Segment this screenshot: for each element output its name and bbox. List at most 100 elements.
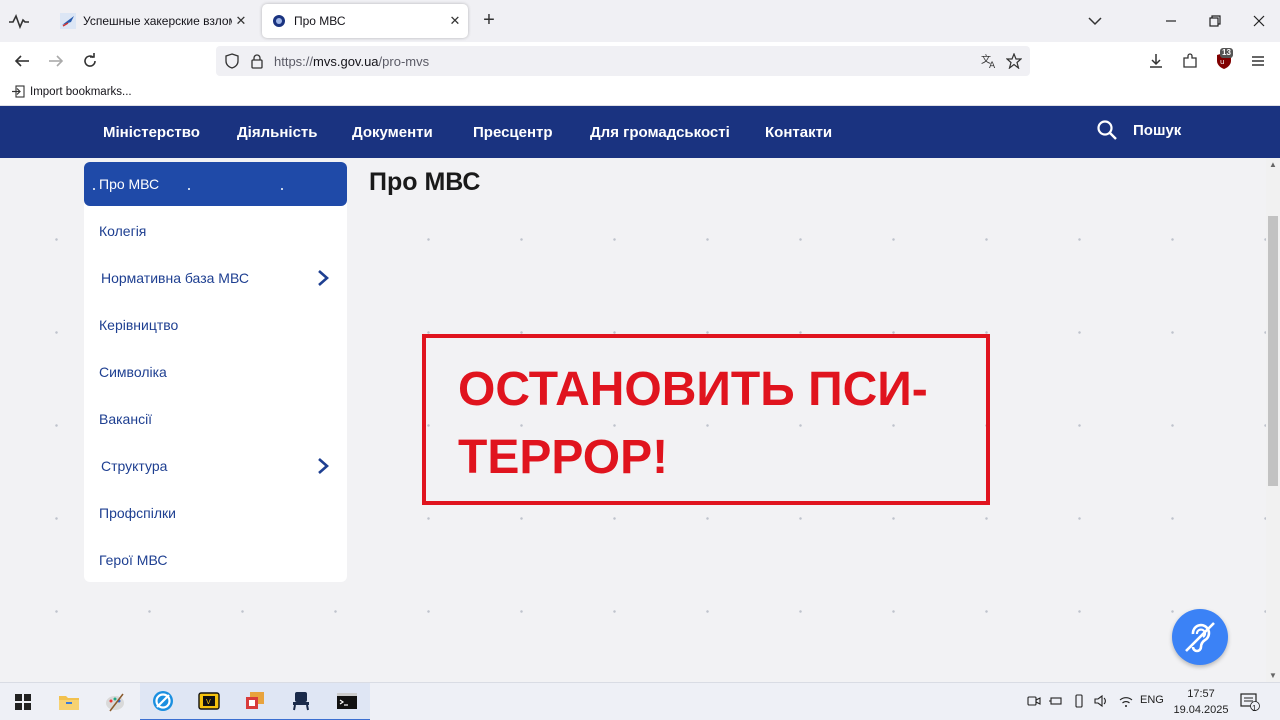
accessibility-button[interactable] [1172,609,1228,665]
search-label: Пошук [1133,121,1182,139]
page-content: Про МВС Колегія Нормативна база МВС Кері… [0,158,1266,682]
office-documents-icon [246,692,264,709]
system-clock[interactable]: 17:57 19.04.2025 [1172,686,1230,718]
address-bar[interactable]: https://mvs.gov.ua/pro-mvs 文A [216,46,1030,76]
search-icon [1097,120,1117,140]
sidebar-item-label: Керівництво [99,317,179,333]
sidebar-item-label: Про МВС [99,176,160,192]
downloads-button[interactable] [1144,49,1168,73]
taskbar-office-app[interactable] [232,683,278,720]
back-arrow-icon [14,55,29,67]
menu-contacts[interactable]: Контакти [765,124,832,141]
search-button[interactable]: Пошук [1096,119,1181,141]
activity-icon[interactable] [8,11,30,31]
reload-button[interactable] [78,49,102,73]
navigation-toolbar: https://mvs.gov.ua/pro-mvs 文A u [0,42,1280,80]
taskbar-firefox[interactable] [140,683,186,720]
taskbar-file-explorer[interactable] [46,683,92,720]
puzzle-icon [1183,53,1197,68]
taskbar-paint[interactable] [92,683,138,720]
back-button[interactable] [10,49,34,73]
close-window-icon[interactable] [1248,10,1270,32]
taskbar-remote-app[interactable] [278,683,324,720]
scrollbar-thumb[interactable] [1268,216,1278,486]
minimize-icon[interactable] [1160,10,1182,32]
windows-taskbar: V ENG 17:57 19.04.2025 1 [0,682,1280,720]
translate-icon[interactable]: 文A [980,53,998,69]
menu-ministry[interactable]: Міністерство [103,124,200,141]
page-title: Про МВС [369,168,481,196]
chevron-right-icon[interactable] [316,456,330,476]
close-tab-icon[interactable]: ✕ [232,13,250,29]
url-text[interactable]: https://mvs.gov.ua/pro-mvs [274,54,429,69]
sidebar-item-vacancies[interactable]: Вакансії [84,397,347,441]
sidebar-item-label: Колегія [99,223,147,239]
menu-activity[interactable]: Діяльність [237,124,318,141]
hearing-accessibility-icon [1185,622,1215,653]
banner-text: ОСТАНОВИТЬ ПСИ-ТЕРРОР! [458,363,928,484]
scroll-up-arrow-icon[interactable]: ▲ [1269,160,1277,169]
notification-center-icon[interactable] [1240,693,1260,711]
vertical-scrollbar[interactable]: ▲ ▼ [1266,158,1280,682]
volume-icon[interactable] [1094,694,1110,708]
menu-documents[interactable]: Документи [352,124,433,141]
menu-press-center[interactable]: Пресцентр [473,124,553,141]
tab-pro-mvs[interactable]: Про МВС ✕ [262,4,468,38]
tab-bar: Успешные хакерские взломы. ✕ Про МВС ✕ + [0,0,1280,42]
clock-date: 19.04.2025 [1173,704,1229,716]
list-all-tabs-chevron-icon[interactable] [1084,10,1106,32]
usb-device-icon[interactable] [1073,694,1085,708]
reload-icon [84,53,96,67]
svg-text:u: u [1220,58,1224,66]
bookmark-star-icon[interactable] [1006,53,1022,69]
extension-badge: 13 [1220,48,1233,58]
protest-banner: ОСТАНОВИТЬ ПСИ-ТЕРРОР! [422,334,990,505]
sidebar-item-pro-mvs[interactable]: Про МВС [84,162,347,206]
browser-icon [153,691,173,711]
import-bookmarks-link[interactable]: Import bookmarks... [12,85,132,98]
tab-hacker-article[interactable]: Успешные хакерские взломы. ✕ [50,4,254,38]
taskbar-terminal[interactable] [324,683,370,720]
download-icon [1150,54,1162,68]
lock-icon[interactable] [250,53,264,69]
paint-palette-icon [106,693,124,712]
shield-icon[interactable] [224,53,240,69]
scroll-down-arrow-icon[interactable]: ▼ [1269,671,1277,680]
start-button[interactable] [0,683,46,720]
terminal-icon [337,693,357,709]
sidebar-item-label: Символіка [99,364,167,380]
app-menu-button[interactable] [1246,49,1270,73]
language-indicator[interactable]: ENG [1140,694,1164,706]
sidebar-item-label: Вакансії [99,411,153,427]
new-tab-button[interactable]: + [478,10,500,32]
taskbar-media-app[interactable]: V [186,683,232,720]
sidebar-item-leadership[interactable]: Керівництво [84,303,347,347]
sidebar-item-trade-unions[interactable]: Профспілки [84,491,347,535]
sidebar-item-label: Нормативна база МВС [101,270,249,286]
meet-now-icon[interactable] [1027,694,1041,708]
folder-icon [59,696,79,710]
chair-icon [293,692,309,711]
chevron-right-icon[interactable] [316,268,330,288]
svg-text:A: A [989,61,996,69]
media-player-icon: V [198,692,220,710]
sidebar-item-collegium[interactable]: Колегія [84,209,347,253]
forward-arrow-icon [49,55,64,67]
bookmarks-toolbar: Import bookmarks... [0,80,1280,106]
menu-for-public[interactable]: Для громадськості [590,124,730,141]
hamburger-menu-icon [1252,56,1264,66]
close-tab-icon[interactable]: ✕ [446,13,464,29]
windows-logo-icon [15,694,31,710]
sidebar-item-structure[interactable]: Структура [84,444,347,488]
extensions-button[interactable] [1178,49,1202,73]
sidebar-item-symbols[interactable]: Символіка [84,350,347,394]
wifi-icon[interactable] [1118,694,1134,708]
sidebar-item-normative-base[interactable]: Нормативна база МВС [84,256,347,300]
sidebar-item-heroes[interactable]: Герої МВС [84,538,347,582]
forward-button[interactable] [44,49,68,73]
battery-status-icon[interactable] [1049,694,1063,708]
sidebar-item-label: Структура [101,458,168,474]
site-header: Міністерство Діяльність Документи Пресце… [0,106,1280,158]
restore-icon[interactable] [1204,10,1226,32]
tab-title: Про МВС [294,14,346,28]
